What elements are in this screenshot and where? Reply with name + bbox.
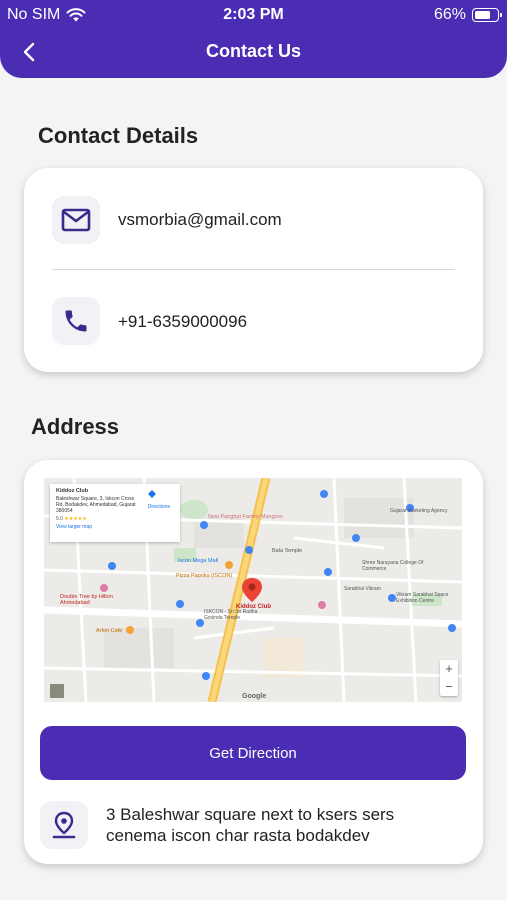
- map-directions[interactable]: Directions: [147, 490, 170, 510]
- page-title: Contact Us: [205, 41, 301, 61]
- map-label-9: Gujarat Marketing Agency: [390, 508, 448, 514]
- map-larger-link[interactable]: View larger map: [56, 524, 174, 530]
- map-rating: 5.0 ★★★★★: [56, 516, 174, 522]
- map-label-0: New Panghat Farmly Mangroo: [208, 514, 283, 520]
- mail-icon: [61, 208, 91, 232]
- battery-group: 66%: [433, 6, 502, 24]
- map-zoom-control[interactable]: + −: [440, 660, 458, 696]
- contact-card: vsmorbia@gmail.com +91-6359000096: [24, 168, 483, 372]
- zoom-out-button[interactable]: −: [440, 678, 458, 696]
- map-label-1: Iscon Mega Mall: [178, 558, 219, 564]
- map-label-2: Pizza Paprika (ISCON): [176, 573, 233, 579]
- contact-divider: [52, 269, 455, 270]
- map-stars: ★★★★★: [64, 516, 87, 522]
- phone-text[interactable]: +91-6359000096: [118, 312, 247, 332]
- address-card: Kiddoz Club Baleshwar Square, 3, Iskcon …: [24, 460, 483, 864]
- map-label-3: Bala Temple: [272, 548, 303, 554]
- directions-icon: [147, 490, 156, 498]
- app-header: No SIM 2:03 PM 66% Contact Us: [0, 0, 507, 78]
- map-label-10: Sarabhai Vikram: [344, 586, 381, 592]
- map-label-4: ISKCON - Sri Sri Radha Govinda Temple: [204, 609, 258, 621]
- map-label-6: Arfon Cafe: [96, 628, 123, 634]
- email-icon-box: [52, 196, 100, 244]
- battery-icon: [472, 8, 502, 22]
- get-direction-button[interactable]: Get Direction: [40, 726, 466, 780]
- location-icon-box: [40, 801, 88, 849]
- status-bar: No SIM 2:03 PM 66%: [0, 0, 507, 30]
- map-label-7: Vikram Sarabhai Space Exhibition Centre: [396, 592, 449, 604]
- battery-percent: 66%: [433, 6, 466, 23]
- status-time: 2:03 PM: [223, 6, 284, 23]
- map-place-address: Baleshwar Square, 3, Iskcon Cross Rd, Bo…: [56, 496, 136, 514]
- map-label-8: Shree Narayana College Of Commerce: [362, 560, 424, 572]
- phone-icon-box: [52, 297, 100, 345]
- address-text: 3 Baleshwar square next to ksers sers ce…: [106, 805, 395, 845]
- map-embed[interactable]: Kiddoz Club Baleshwar Square, 3, Iskcon …: [44, 478, 462, 702]
- phone-icon: [65, 310, 87, 332]
- email-text[interactable]: vsmorbia@gmail.com: [118, 210, 282, 230]
- map-place-card: Kiddoz Club Baleshwar Square, 3, Iskcon …: [50, 484, 180, 542]
- map-label-5: Double Tree by Hilton Ahmedabad: [60, 594, 113, 606]
- address-heading: Address: [31, 414, 120, 439]
- contact-details-heading: Contact Details: [38, 123, 199, 148]
- location-pin-icon: [52, 811, 76, 839]
- zoom-in-button[interactable]: +: [440, 660, 458, 678]
- map-rating-value: 5.0: [56, 516, 63, 522]
- map-attribution: Google: [242, 693, 267, 700]
- map-directions-label: Directions: [147, 504, 170, 510]
